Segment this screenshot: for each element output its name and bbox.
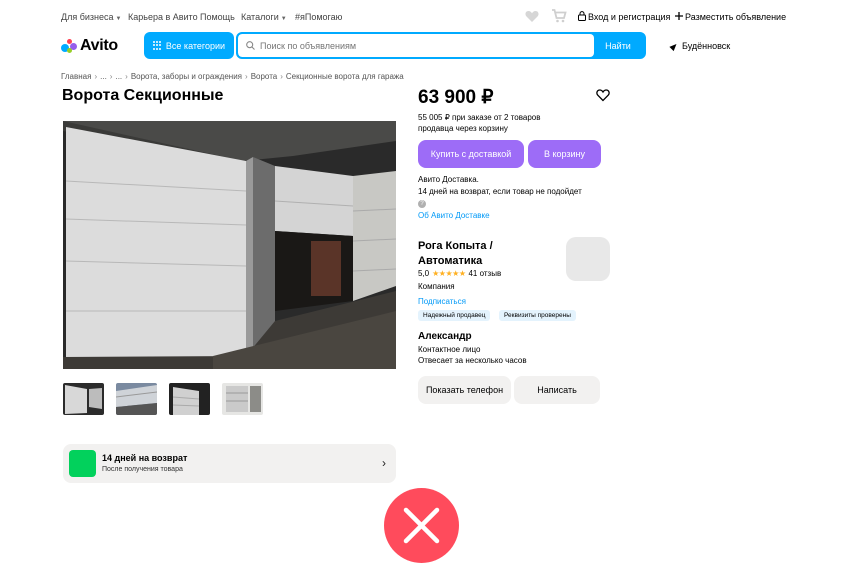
search-icon bbox=[246, 41, 255, 50]
thumbnail[interactable] bbox=[63, 383, 104, 415]
ihelp-link[interactable]: #яПомогаю bbox=[295, 12, 342, 22]
help-icon[interactable]: ? bbox=[418, 200, 426, 208]
breadcrumb-item[interactable]: Секционные ворота для гаража bbox=[286, 72, 404, 81]
status-badge: Реквизиты проверены bbox=[499, 310, 576, 321]
subscribe-link[interactable]: Подписаться bbox=[418, 297, 466, 306]
status-badge: Надежный продавец bbox=[418, 310, 491, 321]
breadcrumb-item[interactable]: ... bbox=[115, 72, 122, 81]
logo-text: Avito bbox=[80, 37, 118, 54]
search-bar: Найти bbox=[236, 32, 646, 59]
show-phone-button[interactable]: Показать телефон bbox=[418, 376, 511, 404]
seller-type: Компания bbox=[418, 282, 455, 291]
bulk-discount-note: 55 005 ₽ при заказе от 2 товаров bbox=[418, 113, 541, 122]
star-icon: ★★★★★ bbox=[432, 269, 466, 278]
delivery-return-info: 14 дней на возврат, если товар не подойд… bbox=[418, 187, 582, 196]
login-link[interactable]: Вход и регистрация bbox=[588, 12, 670, 22]
seller-rating: 5,0 ★★★★★ 41 отзыв bbox=[418, 269, 502, 278]
return-subtitle: После получения товара bbox=[102, 466, 183, 473]
thumbnail[interactable] bbox=[222, 383, 263, 415]
contact-name: Александр bbox=[418, 331, 472, 342]
close-button[interactable] bbox=[384, 488, 459, 563]
write-message-button[interactable]: Написать bbox=[514, 376, 600, 404]
reply-time: Отвесает за несколько часов bbox=[418, 356, 527, 365]
reviews-link[interactable]: 41 отзыв bbox=[468, 269, 501, 278]
return-icon bbox=[69, 450, 96, 477]
thumbnail[interactable] bbox=[169, 383, 210, 415]
avito-logo[interactable]: Avito bbox=[61, 36, 118, 56]
city-selector[interactable]: Будённовск bbox=[669, 41, 730, 51]
grid-icon bbox=[152, 41, 162, 50]
thumbnail[interactable] bbox=[116, 383, 157, 415]
about-delivery-link[interactable]: Об Авито Доставке bbox=[418, 211, 490, 220]
buy-with-delivery-button[interactable]: Купить с доставкой bbox=[418, 140, 524, 168]
breadcrumb-item[interactable]: Ворота bbox=[251, 72, 278, 81]
top-bar: Для бизнеса ▼ Карьера в Авито Помощь Ката… bbox=[0, 0, 844, 34]
breadcrumb-item[interactable]: Главная bbox=[61, 72, 91, 81]
lock-icon bbox=[578, 11, 586, 21]
delivery-info: Авито Доставка. bbox=[418, 175, 479, 184]
breadcrumb-item[interactable]: Ворота, заборы и ограждения bbox=[131, 72, 242, 81]
photo-thumbnails bbox=[63, 383, 263, 415]
plus-icon bbox=[675, 12, 683, 20]
favorite-icon[interactable] bbox=[596, 88, 610, 102]
cart-icon[interactable] bbox=[551, 9, 567, 23]
careers-link[interactable]: Карьера в Авито bbox=[128, 12, 198, 22]
post-ad-link[interactable]: Разместить объявление bbox=[685, 12, 786, 22]
chevron-down-icon: ▼ bbox=[280, 16, 287, 22]
seller-name[interactable]: Рога Копыта / Автоматика bbox=[418, 239, 548, 269]
avito-logo-icon bbox=[61, 38, 77, 54]
add-to-cart-button[interactable]: В корзину bbox=[528, 140, 601, 168]
close-icon bbox=[403, 507, 440, 544]
return-title: 14 дней на возврат bbox=[102, 453, 188, 463]
catalogs-link[interactable]: Каталоги ▼ bbox=[241, 12, 287, 22]
listing-title: Ворота Секционные bbox=[62, 87, 224, 104]
breadcrumb: Главная ›... ›... › Ворота, заборы и огражде… bbox=[61, 72, 404, 81]
bulk-discount-note-2: продавца через корзину bbox=[418, 124, 508, 133]
price: 63 900 ₽ bbox=[418, 87, 494, 108]
business-link[interactable]: Для бизнеса ▼ bbox=[61, 12, 121, 22]
main-photo[interactable] bbox=[63, 121, 396, 369]
heart-icon[interactable] bbox=[525, 10, 539, 23]
chevron-down-icon: ▼ bbox=[115, 16, 122, 22]
chevron-right-icon: › bbox=[382, 456, 386, 470]
location-arrow-icon bbox=[669, 41, 679, 51]
all-categories-button[interactable]: Все категории bbox=[144, 32, 234, 59]
contact-role: Контактное лицо bbox=[418, 345, 481, 354]
return-policy-banner[interactable]: 14 дней на возврат После получения товар… bbox=[63, 444, 396, 483]
search-input[interactable] bbox=[260, 40, 580, 51]
avatar[interactable] bbox=[566, 237, 610, 281]
breadcrumb-item[interactable]: ... bbox=[100, 72, 107, 81]
help-link[interactable]: Помощь bbox=[200, 12, 235, 22]
search-button[interactable]: Найти bbox=[592, 34, 644, 57]
